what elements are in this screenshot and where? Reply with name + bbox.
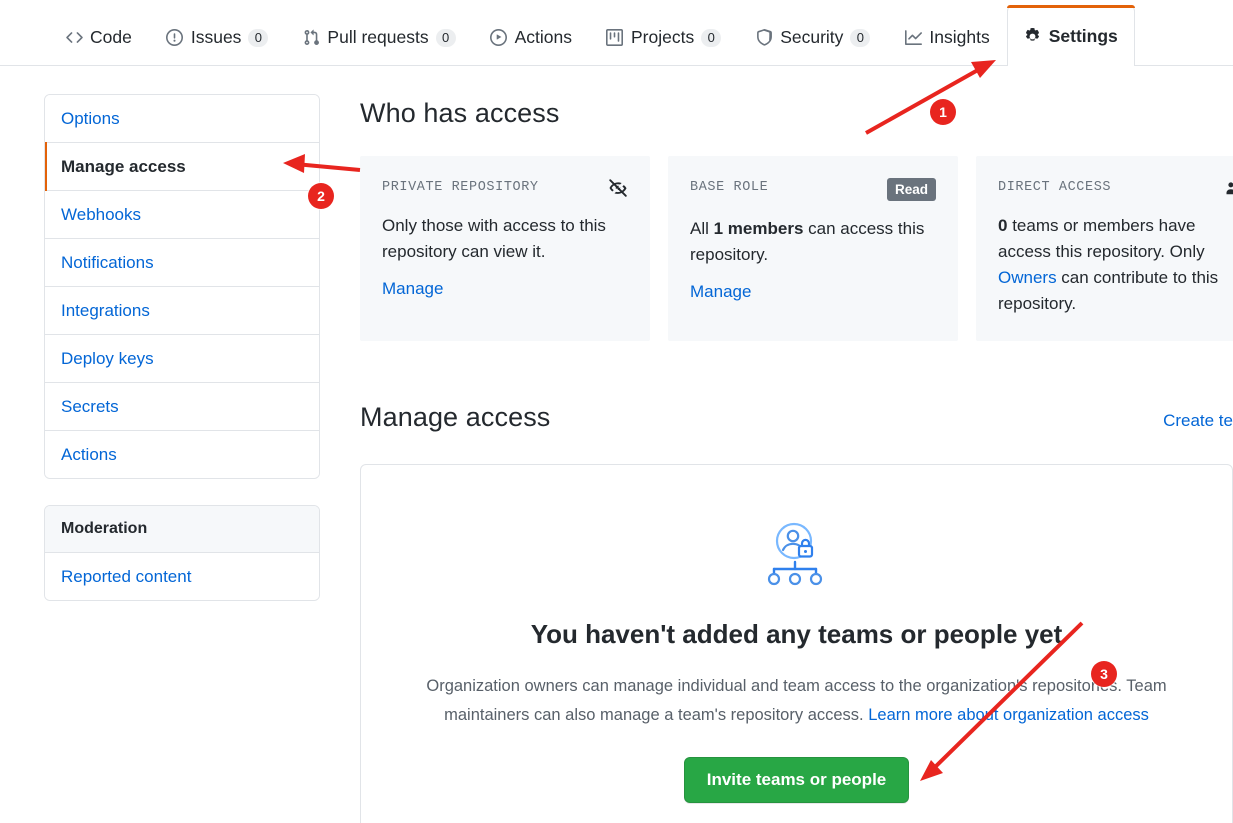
tab-pull-requests[interactable]: Pull requests 0 [285, 8, 472, 66]
card-text-emphasis: 1 members [713, 219, 804, 238]
who-has-access-title: Who has access [360, 98, 560, 128]
learn-more-link[interactable]: Learn more about organization access [868, 706, 1149, 724]
card-body: All 1 members can access this repository… [690, 216, 936, 268]
tab-label: Pull requests [327, 27, 429, 47]
invite-teams-or-people-button[interactable]: Invite teams or people [683, 757, 910, 803]
sidebar-item-secrets[interactable]: Secrets [45, 383, 319, 431]
access-card-base-role: BASE ROLE Read All 1 members can access … [668, 156, 958, 341]
tab-insights[interactable]: Insights [887, 8, 1006, 66]
settings-sidebar: Options Manage access Webhooks Notification… [44, 94, 320, 601]
card-header: DIRECT ACCESS [998, 178, 1233, 198]
repository-nav-tabs: Code Issues 0 Pull requests 0 Actions Projects… [48, 0, 1135, 66]
create-team-link[interactable]: Create te [1163, 411, 1233, 431]
empty-state-description: Organization owners can manage individua… [402, 672, 1192, 730]
eye-closed-icon [608, 178, 628, 198]
manage-access-title: Manage access [360, 402, 551, 432]
tab-label: Settings [1048, 25, 1118, 46]
sidebar-item-manage-access[interactable]: Manage access [45, 142, 319, 191]
repository-nav: Code Issues 0 Pull requests 0 Actions Projects… [0, 0, 1233, 66]
tab-counter: 0 [435, 28, 456, 47]
tab-issues[interactable]: Issues 0 [149, 8, 286, 66]
card-label: DIRECT ACCESS [998, 180, 1112, 195]
code-icon [65, 29, 83, 47]
tab-label: Code [90, 27, 132, 47]
manage-link-private-repository[interactable]: Manage [382, 279, 443, 299]
gear-icon [1024, 27, 1042, 45]
card-header: BASE ROLE Read [690, 178, 936, 201]
sidebar-item-options[interactable]: Options [45, 95, 319, 143]
team-access-lock-illustration [361, 519, 1232, 593]
moderation-menu: Moderation Reported content [44, 505, 320, 601]
card-header: PRIVATE REPOSITORY [382, 178, 628, 198]
tab-actions[interactable]: Actions [473, 8, 589, 66]
card-label: BASE ROLE [690, 180, 769, 195]
sidebar-item-integrations[interactable]: Integrations [45, 287, 319, 335]
card-text-prefix: All [690, 219, 714, 238]
base-role-badge: Read [886, 178, 936, 201]
tab-projects[interactable]: Projects 0 [589, 8, 738, 66]
annotation-marker-2: 2 [308, 183, 334, 209]
card-body: 0 teams or members have access this repo… [998, 213, 1233, 317]
owners-link[interactable]: Owners [998, 268, 1057, 287]
sidebar-item-actions[interactable]: Actions [45, 431, 319, 478]
tab-code[interactable]: Code [48, 8, 149, 66]
tab-label: Issues [190, 27, 242, 47]
tab-label: Actions [514, 27, 572, 47]
manage-access-header: Manage access Create te [360, 398, 1233, 436]
tab-label: Security [780, 27, 844, 47]
manage-access-panel: You haven't added any teams or people ye… [360, 464, 1233, 823]
shield-icon [755, 29, 773, 47]
card-label: PRIVATE REPOSITORY [382, 180, 539, 195]
card-text: Only those with access to this repositor… [382, 216, 606, 261]
tab-security[interactable]: Security 0 [738, 8, 887, 66]
graph-icon [904, 29, 922, 47]
moderation-header: Moderation [45, 506, 319, 553]
sidebar-item-notifications[interactable]: Notifications [45, 239, 319, 287]
card-body: Only those with access to this repositor… [382, 213, 628, 265]
empty-state-title: You haven't added any teams or people ye… [530, 619, 1063, 649]
tab-counter: 0 [850, 28, 871, 47]
tab-counter: 0 [248, 28, 269, 47]
people-icon [1224, 178, 1233, 198]
play-icon [490, 29, 508, 47]
sidebar-item-webhooks[interactable]: Webhooks [45, 191, 319, 239]
access-card-private-repository: PRIVATE REPOSITORY Only those with acces… [360, 156, 650, 341]
tab-label: Insights [929, 27, 990, 47]
tab-label: Projects [630, 27, 695, 47]
annotation-marker-3: 3 [1091, 661, 1117, 687]
git-pull-request-icon [302, 29, 320, 47]
sidebar-item-deploy-keys[interactable]: Deploy keys [45, 335, 319, 383]
annotation-marker-1: 1 [930, 99, 956, 125]
tab-settings[interactable]: Settings [1006, 5, 1135, 66]
issue-opened-icon [166, 29, 184, 47]
project-icon [606, 29, 624, 47]
access-card-direct-access: DIRECT ACCESS 0 teams or members have ac… [976, 156, 1233, 341]
tab-counter: 0 [701, 28, 722, 47]
card-text-mid: teams or members have access this reposi… [998, 216, 1205, 261]
manage-link-base-role[interactable]: Manage [690, 282, 751, 302]
github-repo-settings-page: Code Issues 0 Pull requests 0 Actions Projects… [0, 0, 1233, 823]
settings-main-content: Who has access PRIVATE REPOSITORY Only t… [360, 94, 1233, 823]
settings-menu: Options Manage access Webhooks Notification… [44, 94, 320, 479]
sidebar-item-reported-content[interactable]: Reported content [45, 553, 319, 600]
access-cards: PRIVATE REPOSITORY Only those with acces… [360, 156, 1233, 341]
